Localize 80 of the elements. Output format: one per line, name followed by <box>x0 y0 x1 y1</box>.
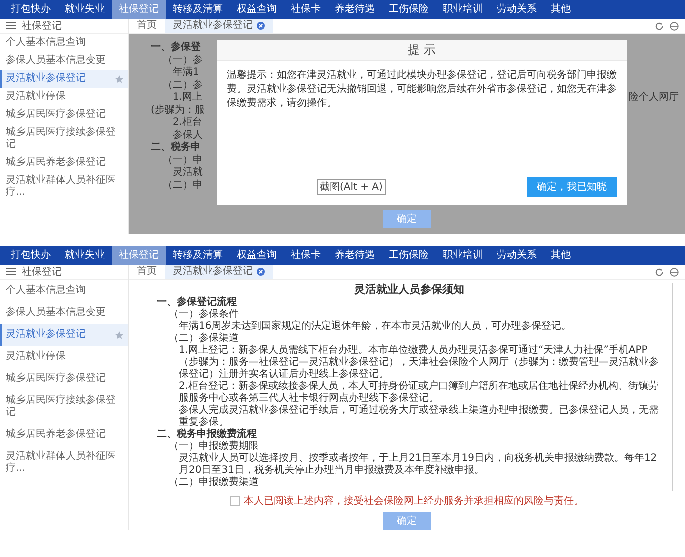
sidebar-item[interactable]: 灵活就业停保 <box>0 346 128 368</box>
menu-icon[interactable] <box>6 268 16 276</box>
nav-tab[interactable]: 打包快办 <box>4 0 58 19</box>
text-fragment: （二）参 <box>162 80 203 92</box>
subsection-heading: （一）参保条件 <box>168 309 240 320</box>
text-fragment: (步骤为：服 <box>151 104 205 116</box>
text-fragment: 二、税务申 <box>151 142 201 154</box>
nav-tab[interactable]: 其他 <box>544 0 578 19</box>
sidebar-item[interactable]: 城乡居民医疗接续参保登记 <box>0 390 128 424</box>
sidebar-item[interactable]: 灵活就业群体人员补征医疗... <box>0 446 128 480</box>
nav-tab[interactable]: 转移及清算 <box>166 0 230 19</box>
dialog-title: 提 示 <box>217 40 627 61</box>
close-icon[interactable] <box>257 268 265 276</box>
paragraph: 参保人完成灵活就业参保登记手续后，可通过税务大厅或登录线上渠道办理申报缴费。已参保登记人员，无需重复参保。 <box>178 405 660 428</box>
page-tab[interactable]: 首页 <box>129 265 165 279</box>
dialog-message: 温馨提示：如您在津灵活就业，可通过此模块办理参保登记，登记后可向税务部门申报缴费。灵活就业参保登记无法撤销回退，可能影响您后续在外省市参保登记，如您无在津参保缴费需求，请勿操作。 <box>226 68 618 111</box>
nav-tab[interactable]: 职业培训 <box>436 0 490 19</box>
sidebar-item[interactable]: 灵活就业参保登记 <box>0 70 128 88</box>
text-fragment: 参保人 <box>172 130 203 142</box>
nav-tab[interactable]: 社保卡 <box>284 246 328 265</box>
sidebar-item[interactable]: 灵活就业参保登记 <box>0 324 128 346</box>
refresh-icon[interactable] <box>655 22 664 30</box>
text-fragment: 年满1 <box>172 67 200 80</box>
notice-title: 灵活就业人员参保须知 <box>354 283 466 297</box>
nav-tab[interactable]: 权益查询 <box>230 246 284 265</box>
sidebar-title: 社保登记 <box>22 266 62 279</box>
text-fragment: 1.网上 <box>172 92 203 104</box>
sidebar-item[interactable]: 参保人员基本信息变更 <box>0 52 128 70</box>
paragraph: 2.柜台登记：新参保或续接参保人员，本人可持身份证或户口簿到户籍所在地或居住地社保经办机构、街镇劳服服务中心或各第三代人社卡银行网点办理线下参保登记。 <box>178 381 660 404</box>
nav-tab[interactable]: 就业失业 <box>58 246 112 265</box>
nav-tab[interactable]: 工伤保险 <box>382 0 436 19</box>
star-icon[interactable] <box>115 74 124 84</box>
nav-tab[interactable]: 劳动关系 <box>490 0 544 19</box>
page-tab[interactable]: 灵活就业参保登记 <box>165 265 273 279</box>
page-tab[interactable]: 灵活就业参保登记 <box>165 19 273 33</box>
nav-tab[interactable]: 转移及清算 <box>166 246 230 265</box>
nav-tab[interactable]: 工伤保险 <box>382 246 436 265</box>
sidebar-item[interactable]: 灵活就业群体人员补征医疗... <box>0 172 128 202</box>
text-fragment: （一）参 <box>162 54 203 66</box>
sidebar-item[interactable]: 城乡居民养老参保登记 <box>0 154 128 172</box>
nav-tab[interactable]: 养老待遇 <box>328 246 382 265</box>
agreement-checkbox[interactable] <box>230 496 240 506</box>
nav-tab[interactable]: 打包快办 <box>4 246 58 265</box>
nav-tab[interactable]: 养老待遇 <box>328 0 382 19</box>
sidebar-title: 社保登记 <box>22 20 62 33</box>
text-fragment: 灵活就 <box>172 167 203 180</box>
text-fragment: （一）申 <box>162 154 203 166</box>
refresh-icon[interactable] <box>655 268 664 276</box>
sidebar-item[interactable]: 灵活就业停保 <box>0 88 128 106</box>
sidebar-item[interactable]: 参保人员基本信息变更 <box>0 302 128 324</box>
text-fragment: 2.柜台 <box>172 117 203 130</box>
sidebar-item[interactable]: 个人基本信息查询 <box>0 280 128 302</box>
nav-tab[interactable]: 就业失业 <box>58 0 112 19</box>
nav-tab[interactable]: 权益查询 <box>230 0 284 19</box>
star-icon[interactable] <box>115 330 124 340</box>
sidebar-item[interactable]: 城乡居民医疗参保登记 <box>0 368 128 390</box>
paragraph: 年满16周岁未达到国家规定的法定退休年龄，在本市灵活就业的人员，可办理参保登记。 <box>178 321 573 332</box>
page-tab[interactable]: 首页 <box>129 19 165 33</box>
agreement-text: 本人已阅读上述内容，接受社会保险网上经办服务并承担相应的风险与责任。 <box>244 494 584 508</box>
sidebar-item[interactable]: 城乡居民养老参保登记 <box>0 424 128 446</box>
subsection-heading: （一）申报缴费期限 <box>168 441 260 452</box>
sidebar-item[interactable]: 城乡居民医疗接续参保登记 <box>0 124 128 154</box>
sidebar-item[interactable]: 个人基本信息查询 <box>0 34 128 52</box>
section-heading: 二、税务申报缴费流程 <box>157 429 258 440</box>
section-heading: 一、参保登记流程 <box>157 297 238 308</box>
nav-tab[interactable]: 社保卡 <box>284 0 328 19</box>
screenshot-hint: 截图(Alt + A) <box>317 179 386 195</box>
subsection-heading: （二）参保渠道 <box>168 333 240 344</box>
nav-tab[interactable]: 劳动关系 <box>490 246 544 265</box>
paragraph: 1.网上登记：新参保人员需线下柜台办理。本市单位缴费人员办理灵活参保可通过“天津人力社保”手机APP（步骤为：服务—社保登记—灵活就业参保登记），天津社会保险个人网厅（步骤为：缴费管理—灵活就业参保登记）注册并实名认证后办理线上参保登记。 <box>178 345 660 380</box>
nav-tab[interactable]: 职业培训 <box>436 246 490 265</box>
menu-icon[interactable] <box>6 22 16 30</box>
subsection-heading: （二）申报缴费渠道 <box>168 477 260 489</box>
nav-tab[interactable]: 其他 <box>544 246 578 265</box>
paragraph: 灵活就业人员可以选择按月、按季或者按年，于上月21日至本月19日内，向税务机关申报缴纳费款。每年12月20日至31日，税务机关停止办理当月申报缴费及本年度补缴申报。 <box>178 453 658 476</box>
text-fragment: 险个人网厅 <box>629 92 679 104</box>
sidebar-item[interactable]: 城乡居民医疗参保登记 <box>0 106 128 124</box>
text-fragment: 一、参保登 <box>151 42 201 54</box>
text-fragment: （二）申 <box>162 180 203 192</box>
close-icon[interactable] <box>257 22 265 30</box>
